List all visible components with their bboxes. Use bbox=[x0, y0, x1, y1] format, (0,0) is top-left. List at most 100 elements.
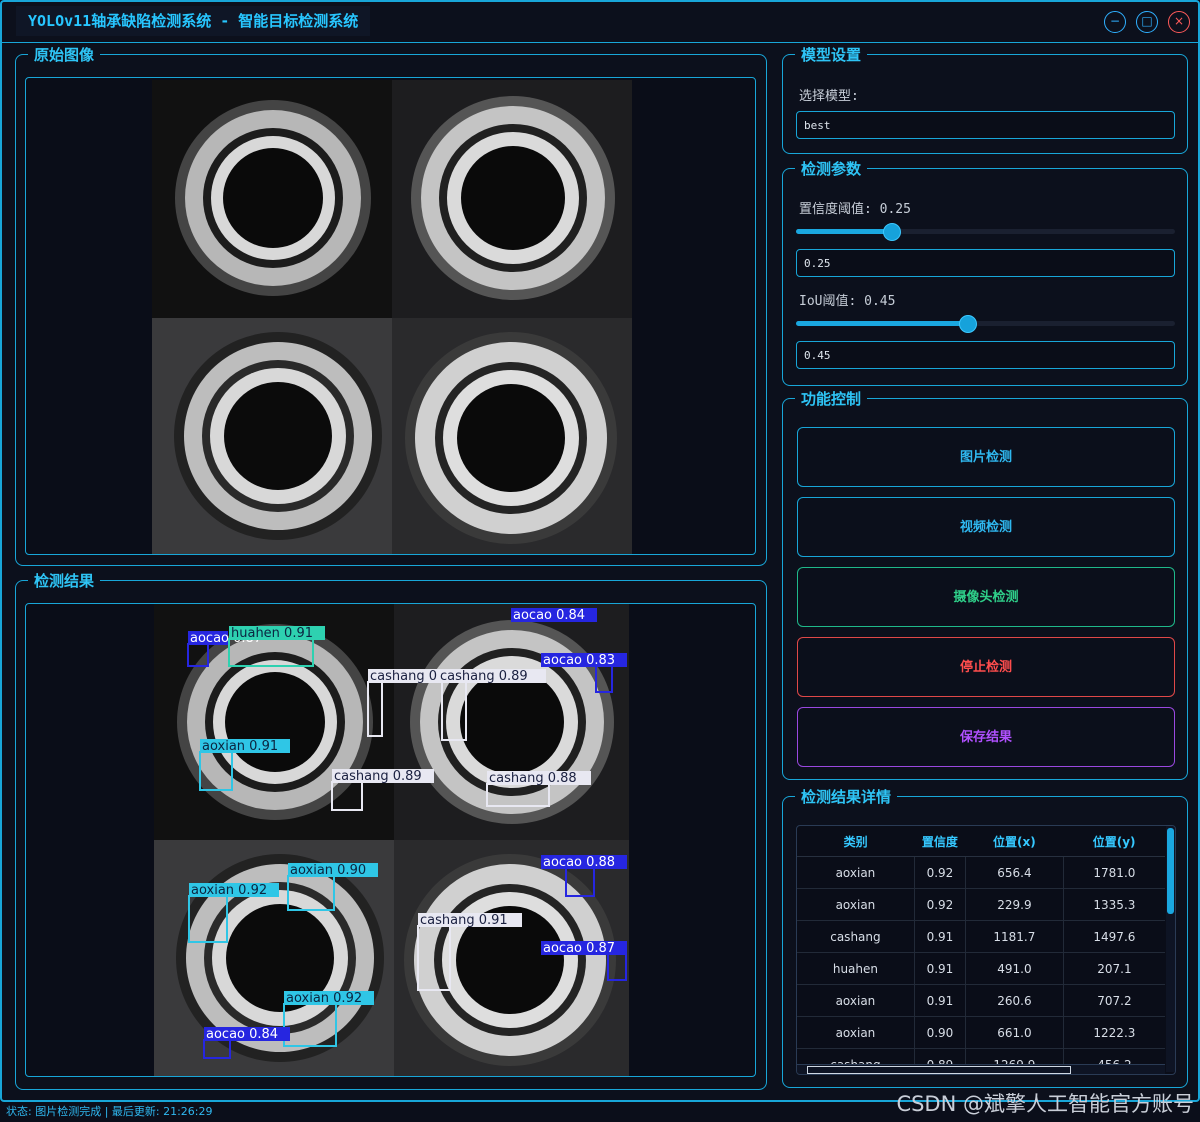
confidence-slider-fill bbox=[796, 229, 891, 234]
cell-y: 207.1 bbox=[1063, 952, 1165, 985]
iou-slider-handle[interactable] bbox=[958, 315, 977, 333]
table-row[interactable]: huahen 0.91 491.0 207.1 bbox=[797, 952, 1165, 985]
cell-confidence: 0.92 bbox=[914, 888, 966, 921]
cell-class: aoxian bbox=[797, 1016, 915, 1049]
table-row[interactable]: aoxian 0.92 656.4 1781.0 bbox=[797, 856, 1165, 889]
model-select[interactable]: best bbox=[796, 111, 1175, 139]
detection-label: aoxian 0.92 bbox=[286, 991, 362, 1006]
vertical-scrollbar[interactable] bbox=[1166, 826, 1175, 1072]
detection-label: huahen 0.91 bbox=[231, 626, 313, 641]
camera-detect-button[interactable]: 摄像头检测 bbox=[797, 567, 1175, 627]
bearing-1 bbox=[175, 100, 371, 296]
confidence-slider-handle[interactable] bbox=[882, 223, 901, 241]
image-detect-button[interactable]: 图片检测 bbox=[797, 427, 1175, 487]
cell-x: 656.4 bbox=[965, 856, 1064, 889]
column-header-confidence[interactable]: 置信度 bbox=[914, 826, 966, 857]
confidence-input[interactable]: 0.25 bbox=[796, 249, 1175, 277]
cell-confidence: 0.91 bbox=[914, 920, 966, 953]
original-image-group: 原始图像 bbox=[15, 44, 767, 566]
original-bearing-image bbox=[152, 80, 632, 554]
original-image-title: 原始图像 bbox=[28, 44, 101, 65]
column-header-x[interactable]: 位置(x) bbox=[965, 826, 1064, 857]
cell-y: 1222.3 bbox=[1063, 1016, 1165, 1049]
main-window: YOLOv11轴承缺陷检测系统 - 智能目标检测系统 − □ × 原始图像 检测… bbox=[0, 0, 1200, 1102]
cell-confidence: 0.91 bbox=[914, 952, 966, 985]
bearing-3 bbox=[174, 332, 382, 540]
cell-x: 260.6 bbox=[965, 984, 1064, 1017]
detection-result-title: 检测结果 bbox=[28, 570, 101, 591]
cell-y: 707.2 bbox=[1063, 984, 1165, 1017]
column-header-y[interactable]: 位置(y) bbox=[1063, 826, 1165, 857]
result-bearing-image: aocao 0.87 huahen 0.91 aoxian 0.91 casha… bbox=[154, 604, 629, 1076]
vertical-scrollbar-thumb[interactable] bbox=[1167, 828, 1174, 914]
status-bar: 状态: 图片检测完成 | 最后更新: 21:26:29 bbox=[6, 1105, 213, 1118]
horizontal-scrollbar-thumb[interactable] bbox=[807, 1066, 1071, 1074]
cell-x: 1181.7 bbox=[965, 920, 1064, 953]
results-table: 类别 置信度 位置(x) 位置(y) aoxian 0.92 656.4 1781.0… bbox=[797, 826, 1165, 1074]
detection-label: cashang 0.88 bbox=[489, 771, 577, 786]
detection-params-group: 检测参数 置信度阈值: 0.25 0.25 IoU阈值: 0.45 0.45 bbox=[782, 158, 1188, 386]
save-result-button[interactable]: 保存结果 bbox=[797, 707, 1175, 767]
iou-slider-fill bbox=[796, 321, 967, 326]
confidence-slider[interactable] bbox=[796, 223, 1175, 241]
detection-params-title: 检测参数 bbox=[795, 158, 868, 179]
function-control-group: 功能控制 图片检测 视频检测 摄像头检测 停止检测 保存结果 bbox=[782, 388, 1188, 780]
cell-y: 1497.6 bbox=[1063, 920, 1165, 953]
cell-x: 229.9 bbox=[965, 888, 1064, 921]
bearing-2 bbox=[411, 96, 615, 300]
table-row[interactable]: cashang 0.91 1181.7 1497.6 bbox=[797, 920, 1165, 953]
detection-label: aocao 0.84 bbox=[513, 608, 585, 623]
table-row[interactable]: aoxian 0.90 661.0 1222.3 bbox=[797, 1016, 1165, 1049]
model-settings-title: 模型设置 bbox=[795, 44, 868, 65]
cell-confidence: 0.90 bbox=[914, 1016, 966, 1049]
cell-class: aoxian bbox=[797, 888, 915, 921]
results-detail-title: 检测结果详情 bbox=[795, 786, 898, 807]
horizontal-scrollbar[interactable] bbox=[797, 1064, 1165, 1074]
cell-confidence: 0.91 bbox=[914, 984, 966, 1017]
window-title: YOLOv11轴承缺陷检测系统 - 智能目标检测系统 bbox=[16, 6, 371, 36]
cell-class: aoxian bbox=[797, 984, 915, 1017]
cell-x: 491.0 bbox=[965, 952, 1064, 985]
bearing-4 bbox=[405, 332, 617, 544]
iou-slider[interactable] bbox=[796, 315, 1175, 333]
cell-class: huahen bbox=[797, 952, 915, 985]
detection-box: aocao 0.84 bbox=[511, 608, 597, 623]
function-control-title: 功能控制 bbox=[795, 388, 868, 409]
model-settings-group: 模型设置 选择模型: best bbox=[782, 44, 1188, 154]
cell-confidence: 0.92 bbox=[914, 856, 966, 889]
close-button[interactable]: × bbox=[1168, 11, 1190, 33]
confidence-label: 置信度阈值: 0.25 bbox=[799, 202, 911, 217]
detection-result-view: aocao 0.87 huahen 0.91 aoxian 0.91 casha… bbox=[25, 603, 756, 1077]
detection-label: cashang 0.89 bbox=[440, 669, 528, 684]
title-bar: YOLOv11轴承缺陷检测系统 - 智能目标检测系统 − □ × bbox=[2, 2, 1198, 43]
detection-label: cashang 0.89 bbox=[334, 769, 422, 784]
cell-x: 661.0 bbox=[965, 1016, 1064, 1049]
maximize-button[interactable]: □ bbox=[1136, 11, 1158, 33]
stop-detect-button[interactable]: 停止检测 bbox=[797, 637, 1175, 697]
detection-label: aocao 0.84 bbox=[206, 1027, 278, 1042]
results-table-container[interactable]: 类别 置信度 位置(x) 位置(y) aoxian 0.92 656.4 1781.0… bbox=[796, 825, 1176, 1075]
model-select-label: 选择模型: bbox=[799, 89, 859, 104]
cell-y: 1781.0 bbox=[1063, 856, 1165, 889]
detection-result-group: 检测结果 aocao 0.87 huahen 0.91 aoxian 0.91 … bbox=[15, 570, 767, 1090]
detection-label: aoxian 0.92 bbox=[191, 883, 267, 898]
table-row[interactable]: aoxian 0.91 260.6 707.2 bbox=[797, 984, 1165, 1017]
table-header-row: 类别 置信度 位置(x) 位置(y) bbox=[797, 826, 1165, 857]
detection-label: cashang 0.91 bbox=[420, 913, 508, 928]
cell-class: aoxian bbox=[797, 856, 915, 889]
iou-label: IoU阈值: 0.45 bbox=[799, 294, 896, 309]
detection-label: aoxian 0.90 bbox=[290, 863, 366, 878]
original-image-view bbox=[25, 77, 756, 555]
watermark: CSDN @斌擎人工智能官方账号 bbox=[896, 1092, 1194, 1116]
cell-class: cashang bbox=[797, 920, 915, 953]
results-detail-group: 检测结果详情 类别 置信度 位置(x) 位置(y) aoxian 0.92 656.… bbox=[782, 786, 1188, 1088]
detection-label: aocao 0.88 bbox=[543, 855, 615, 870]
column-header-class[interactable]: 类别 bbox=[797, 826, 915, 857]
video-detect-button[interactable]: 视频检测 bbox=[797, 497, 1175, 557]
detection-label: aocao 0.83 bbox=[543, 653, 615, 668]
table-row[interactable]: aoxian 0.92 229.9 1335.3 bbox=[797, 888, 1165, 921]
detection-label: aocao 0.87 bbox=[543, 941, 615, 956]
iou-input[interactable]: 0.45 bbox=[796, 341, 1175, 369]
minimize-button[interactable]: − bbox=[1104, 11, 1126, 33]
detection-label: aoxian 0.91 bbox=[202, 739, 278, 754]
